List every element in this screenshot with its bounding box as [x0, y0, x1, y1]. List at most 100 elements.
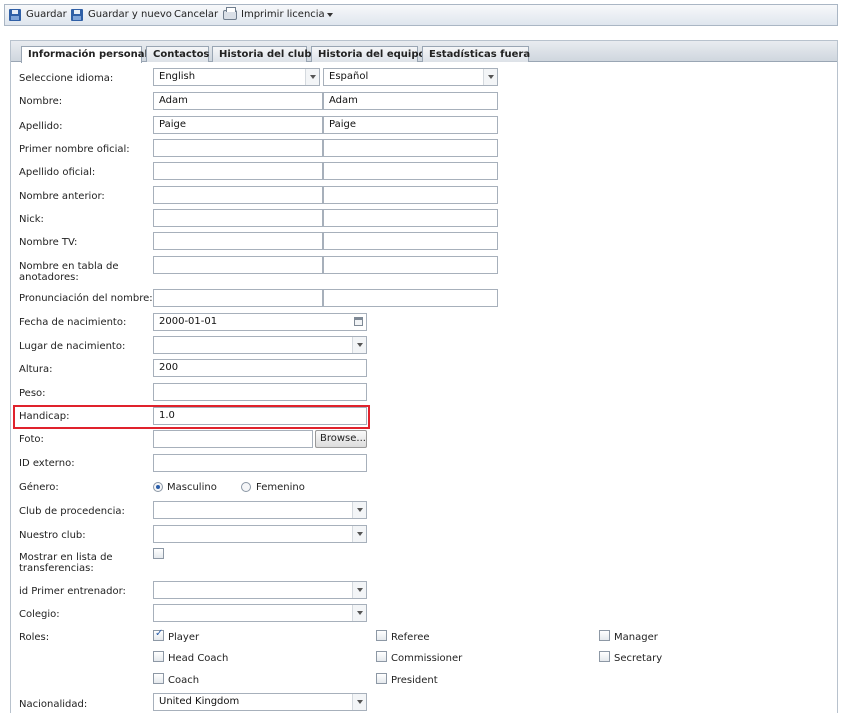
tab-informacion-personal[interactable]: Información personal [21, 46, 148, 63]
pronunciacion-label: Pronunciación del nombre: [19, 293, 153, 304]
pronunciacion-input-2[interactable] [323, 289, 498, 307]
genero-label: Género: [19, 482, 59, 493]
chevron-down-icon [352, 605, 366, 621]
nombre-tv-input-2[interactable] [323, 232, 498, 250]
cancel-button[interactable]: Cancelar [174, 5, 218, 25]
role-manager-checkbox[interactable] [599, 630, 610, 641]
colegio-label: Colegio: [19, 609, 60, 620]
nombre-tabla-input-2[interactable] [323, 256, 498, 274]
chevron-down-icon [483, 69, 497, 85]
role-referee-label: Referee [391, 632, 430, 643]
chevron-down-icon [305, 69, 319, 85]
nombre-anterior-label: Nombre anterior: [19, 191, 105, 202]
nombre-input-1[interactable]: Adam [153, 92, 323, 110]
role-player-label: Player [168, 632, 200, 643]
save-new-button-label: Guardar y nuevo [88, 9, 172, 20]
fecha-nacimiento-value: 2000-01-01 [159, 316, 218, 327]
nacionalidad-value: United Kingdom [159, 696, 240, 707]
calendar-icon[interactable] [354, 317, 363, 326]
club-procedencia-select[interactable] [153, 501, 367, 519]
role-head-coach-label: Head Coach [168, 653, 229, 664]
role-head-coach-checkbox[interactable] [153, 651, 164, 662]
printer-icon [223, 7, 237, 20]
role-coach-label: Coach [168, 675, 200, 686]
nick-label: Nick: [19, 214, 44, 225]
fecha-nacimiento-label: Fecha de nacimiento: [19, 317, 127, 328]
language-select-2[interactable]: Español [323, 68, 498, 86]
role-president-checkbox[interactable] [376, 673, 387, 684]
chevron-down-icon [352, 526, 366, 542]
role-secretary-label: Secretary [614, 653, 663, 664]
femenino-radio[interactable] [241, 482, 251, 492]
apellido-oficial-input-2[interactable] [323, 162, 498, 180]
save-button[interactable]: Guardar [9, 5, 67, 25]
nombre-tabla-input-1[interactable] [153, 256, 323, 274]
nombre-anterior-input-2[interactable] [323, 186, 498, 204]
browse-button[interactable]: Browse... [315, 430, 367, 448]
peso-label: Peso: [19, 388, 46, 399]
nombre-label: Nombre: [19, 96, 63, 107]
role-commissioner-checkbox[interactable] [376, 651, 387, 662]
chevron-down-icon [352, 694, 366, 710]
handicap-highlight-box [13, 405, 370, 429]
primer-nombre-oficial-input-2[interactable] [323, 139, 498, 157]
toolbar: Guardar Guardar y nuevo Cancelar Imprimi… [4, 4, 838, 26]
primer-entrenador-label: id Primer entrenador: [19, 586, 126, 597]
language-label: Seleccione idioma: [19, 73, 114, 84]
colegio-select[interactable] [153, 604, 367, 622]
tab-historia-del-club[interactable]: Historia del club [212, 46, 311, 62]
altura-label: Altura: [19, 364, 53, 375]
primer-nombre-oficial-label: Primer nombre oficial: [19, 144, 130, 155]
role-referee-checkbox[interactable] [376, 630, 387, 641]
lugar-nacimiento-label: Lugar de nacimiento: [19, 341, 126, 352]
apellido-oficial-label: Apellido oficial: [19, 167, 96, 178]
apellido-input-2[interactable]: Paige [323, 116, 498, 134]
role-player-checkbox[interactable] [153, 628, 164, 641]
lugar-nacimiento-select[interactable] [153, 336, 367, 354]
nombre-tv-input-1[interactable] [153, 232, 323, 250]
nombre-anterior-input-1[interactable] [153, 186, 323, 204]
femenino-label: Femenino [256, 482, 305, 493]
chevron-down-icon [352, 337, 366, 353]
save-and-new-button[interactable]: Guardar y nuevo [71, 5, 172, 25]
save-icon [9, 9, 21, 21]
language-select-1[interactable]: English [153, 68, 320, 86]
nick-input-1[interactable] [153, 209, 323, 227]
nacionalidad-select[interactable]: United Kingdom [153, 693, 367, 711]
masculino-radio[interactable] [153, 482, 163, 492]
pronunciacion-input-1[interactable] [153, 289, 323, 307]
nombre-input-2[interactable]: Adam [323, 92, 498, 110]
peso-input[interactable] [153, 383, 367, 401]
nuestro-club-select[interactable] [153, 525, 367, 543]
apellido-oficial-input-1[interactable] [153, 162, 323, 180]
apellido-input-1[interactable]: Paige [153, 116, 323, 134]
id-externo-input[interactable] [153, 454, 367, 472]
id-externo-label: ID externo: [19, 458, 75, 469]
role-secretary-checkbox[interactable] [599, 651, 610, 662]
primer-entrenador-select[interactable] [153, 581, 367, 599]
foto-label: Foto: [19, 434, 44, 445]
nacionalidad-label: Nacionalidad: [19, 699, 88, 710]
print-license-button[interactable]: Imprimir licencia [223, 5, 339, 25]
transferencias-checkbox[interactable] [153, 548, 164, 559]
chevron-down-icon [352, 502, 366, 518]
tab-historia-del-equipo[interactable]: Historia del equipo [311, 46, 425, 62]
roles-label: Roles: [19, 632, 50, 643]
tab-estadisticas-fuera[interactable]: Estadísticas fuera [422, 46, 530, 62]
chevron-down-icon [352, 582, 366, 598]
foto-file-input[interactable] [153, 430, 313, 448]
primer-nombre-oficial-input-1[interactable] [153, 139, 323, 157]
fecha-nacimiento-input[interactable]: 2000-01-01 [153, 313, 367, 331]
masculino-label: Masculino [167, 482, 217, 493]
cancel-button-label: Cancelar [174, 9, 219, 20]
role-coach-checkbox[interactable] [153, 673, 164, 684]
language-select-2-value: Español [329, 71, 369, 82]
altura-input[interactable]: 200 [153, 359, 367, 377]
print-button-label: Imprimir licencia [241, 9, 325, 20]
chevron-down-icon[interactable] [327, 13, 333, 17]
nuestro-club-label: Nuestro club: [19, 530, 86, 541]
transferencias-label: Mostrar en lista de transferencias: [19, 552, 113, 574]
role-commissioner-label: Commissioner [391, 653, 463, 664]
tab-contactos[interactable]: Contactos [146, 46, 209, 62]
nick-input-2[interactable] [323, 209, 498, 227]
